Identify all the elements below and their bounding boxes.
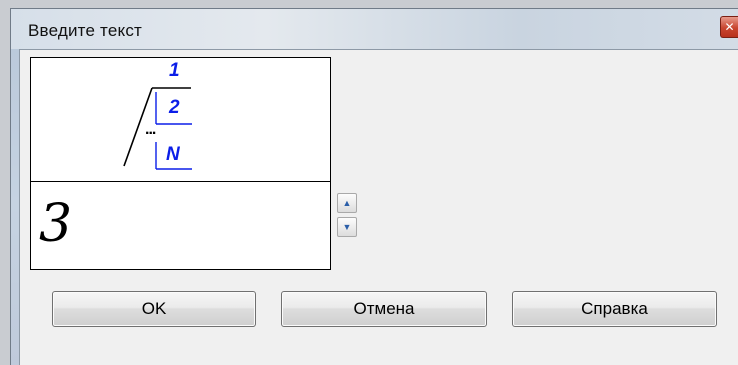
spin-down-button[interactable]: ▼ bbox=[337, 217, 357, 237]
text-input-value[interactable]: 3 bbox=[39, 196, 72, 252]
title-bar[interactable]: Введите текст ✕ bbox=[11, 9, 738, 49]
preview-line-n: N bbox=[166, 144, 180, 165]
close-button[interactable]: ✕ bbox=[720, 16, 738, 38]
preview-line-1: 1 bbox=[169, 60, 180, 81]
text-input-box[interactable]: 3 bbox=[30, 181, 331, 270]
chevron-down-icon: ▼ bbox=[342, 222, 352, 232]
close-icon: ✕ bbox=[724, 20, 735, 34]
dialog-client-area: 1 2 ... N 3 ▲ ▼ OK Отмена Справка bbox=[19, 49, 738, 365]
spin-up-button[interactable]: ▲ bbox=[337, 193, 357, 213]
chevron-up-icon: ▲ bbox=[342, 198, 352, 208]
help-button[interactable]: Справка bbox=[512, 291, 717, 327]
radical-symbol-icon bbox=[123, 87, 192, 170]
preview-line-2: 2 bbox=[169, 97, 180, 118]
dialog-window: Введите текст ✕ 1 2 ... N 3 ▲ ▼ OK Отмен… bbox=[10, 8, 738, 365]
dialog-title: Введите текст bbox=[28, 21, 143, 40]
preview-ellipsis: ... bbox=[145, 121, 156, 138]
cancel-button[interactable]: Отмена bbox=[281, 291, 487, 327]
symbol-preview: 1 2 ... N bbox=[30, 57, 331, 182]
ok-button[interactable]: OK bbox=[52, 291, 256, 327]
